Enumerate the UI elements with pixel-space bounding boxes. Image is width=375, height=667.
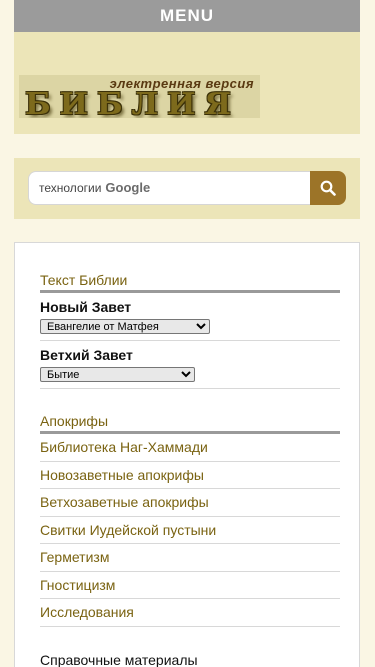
google-brand: Google [105, 180, 151, 195]
list-item[interactable]: Библиотека Наг-Хаммади [40, 434, 340, 462]
list-item[interactable]: Исследования [40, 599, 340, 627]
search-input[interactable]: технологии Google [28, 171, 310, 205]
menu-button[interactable]: MENU [14, 0, 360, 32]
old-testament-label: Ветхий Завет [40, 347, 133, 363]
sidebar-content: Текст Библии Новый Завет Евангелие от Ма… [14, 242, 360, 667]
search-button[interactable] [310, 171, 346, 205]
header-panel: электренная версия БИБЛИЯ [14, 32, 360, 134]
search-panel: технологии Google [14, 158, 360, 219]
new-testament-select[interactable]: Евангелие от Матфея [40, 319, 210, 334]
new-testament-label: Новый Завет [40, 299, 132, 315]
logo-title: БИБЛИЯ [25, 87, 240, 118]
bible-text-heading[interactable]: Текст Библии [40, 243, 340, 289]
search-placeholder: технологии [39, 181, 102, 195]
apocrypha-heading[interactable]: Апокрифы [40, 389, 340, 430]
list-item[interactable]: Гностицизм [40, 572, 340, 599]
divider [40, 290, 340, 293]
list-item[interactable]: Новозаветные апокрифы [40, 462, 340, 489]
divider [40, 340, 340, 341]
list-item[interactable]: Свитки Иудейской пустыни [40, 517, 340, 544]
reference-heading[interactable]: Справочные материалы [40, 627, 340, 667]
search-icon [320, 180, 336, 196]
old-testament-select[interactable]: Бытие [40, 367, 195, 382]
site-logo[interactable]: электренная версия БИБЛИЯ [19, 75, 260, 118]
list-item[interactable]: Ветхозаветные апокрифы [40, 489, 340, 517]
list-item[interactable]: Герметизм [40, 544, 340, 572]
